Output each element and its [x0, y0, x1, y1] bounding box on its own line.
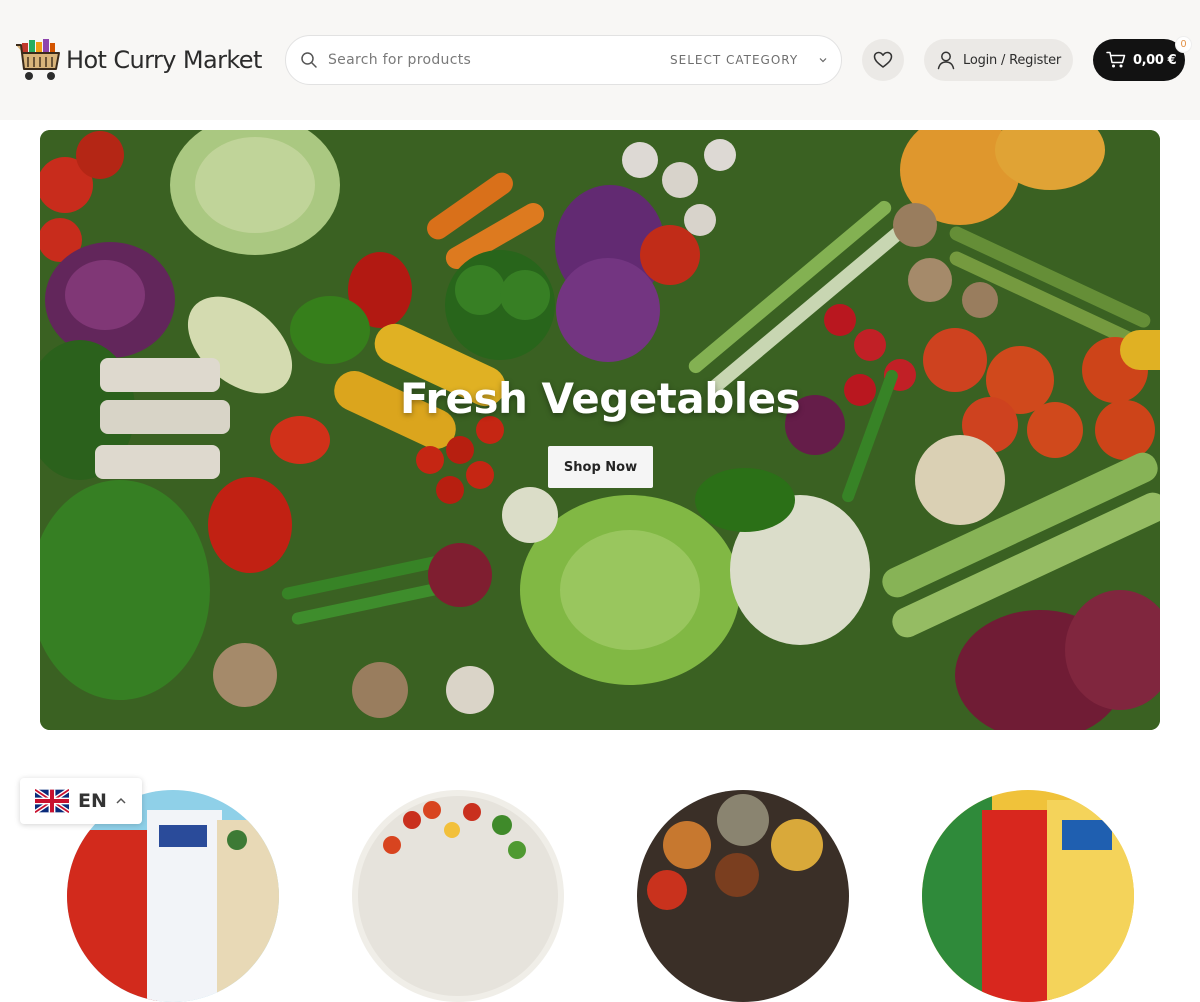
shopping-cart-logo-icon — [16, 39, 60, 80]
logo-text: Hot Curry Market — [66, 46, 262, 74]
site-logo[interactable]: Hot Curry Market — [14, 34, 266, 86]
search-bar: SELECT CATEGORY — [285, 35, 842, 85]
login-register-button[interactable]: Login / Register — [924, 39, 1073, 81]
site-header: Hot Curry Market SELECT CATEGORY Login /… — [0, 0, 1200, 120]
uk-flag-icon — [35, 789, 69, 813]
category-snacks[interactable] — [922, 790, 1134, 1002]
search-input[interactable] — [328, 45, 628, 75]
cart-icon — [1106, 51, 1126, 68]
search-icon[interactable] — [300, 51, 318, 69]
chevron-up-icon — [116, 797, 126, 804]
cart-count-badge: 0 — [1175, 36, 1192, 53]
category-select[interactable]: SELECT CATEGORY — [670, 36, 798, 84]
snacks-packets-image — [922, 790, 1134, 1002]
login-register-label: Login / Register — [963, 52, 1062, 68]
user-icon — [937, 51, 955, 70]
category-spices[interactable] — [637, 790, 849, 1002]
fresh-vegetables-background-image — [40, 130, 1160, 730]
heart-icon — [873, 51, 893, 68]
spices-plate-image — [637, 790, 849, 1002]
wishlist-button[interactable] — [862, 39, 904, 81]
hero-title: Fresh Vegetables — [399, 374, 801, 423]
cart-total: 0,00 € — [1133, 52, 1177, 68]
fresh-salad-image — [352, 790, 564, 1002]
cart-button[interactable]: 0,00 € — [1093, 39, 1185, 81]
chevron-down-icon[interactable] — [817, 54, 829, 66]
language-switcher[interactable]: EN — [20, 778, 142, 824]
shop-now-button[interactable]: Shop Now — [548, 446, 653, 488]
language-code: EN — [78, 790, 107, 812]
category-fresh-food[interactable] — [352, 790, 564, 1002]
hero-banner: Fresh Vegetables Shop Now — [40, 130, 1160, 730]
